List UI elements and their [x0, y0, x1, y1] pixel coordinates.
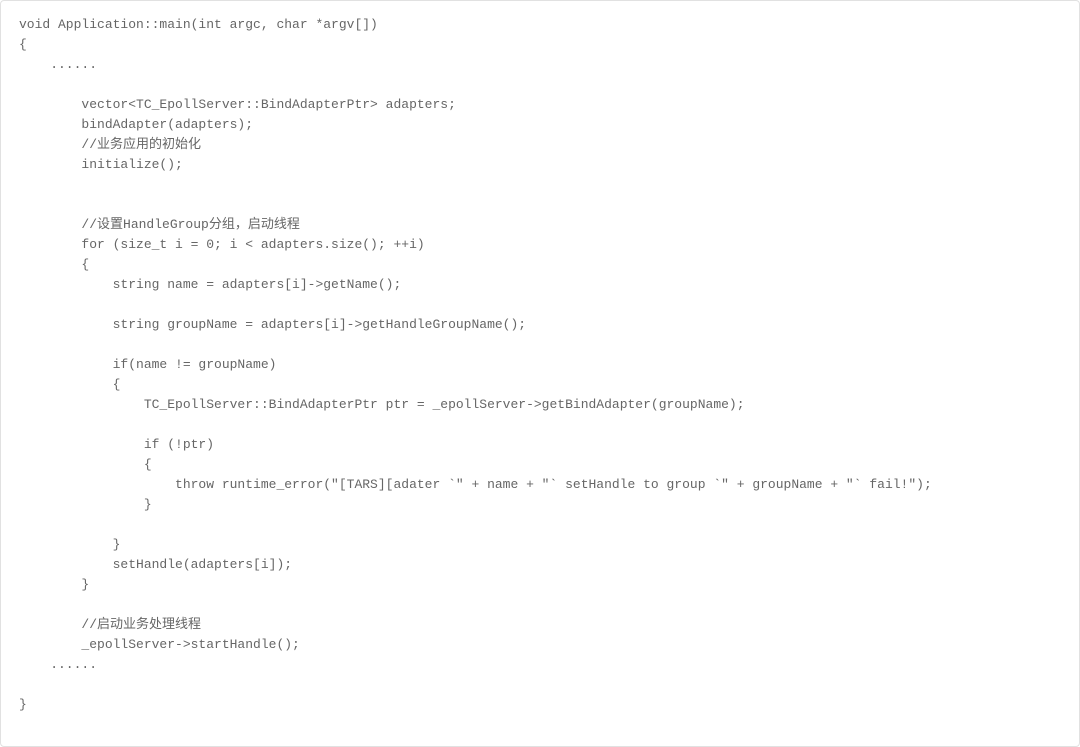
code-pre: void Application::main(int argc, char *a… — [19, 15, 1061, 715]
code-block-container: void Application::main(int argc, char *a… — [0, 0, 1080, 747]
code-content: void Application::main(int argc, char *a… — [19, 17, 932, 712]
